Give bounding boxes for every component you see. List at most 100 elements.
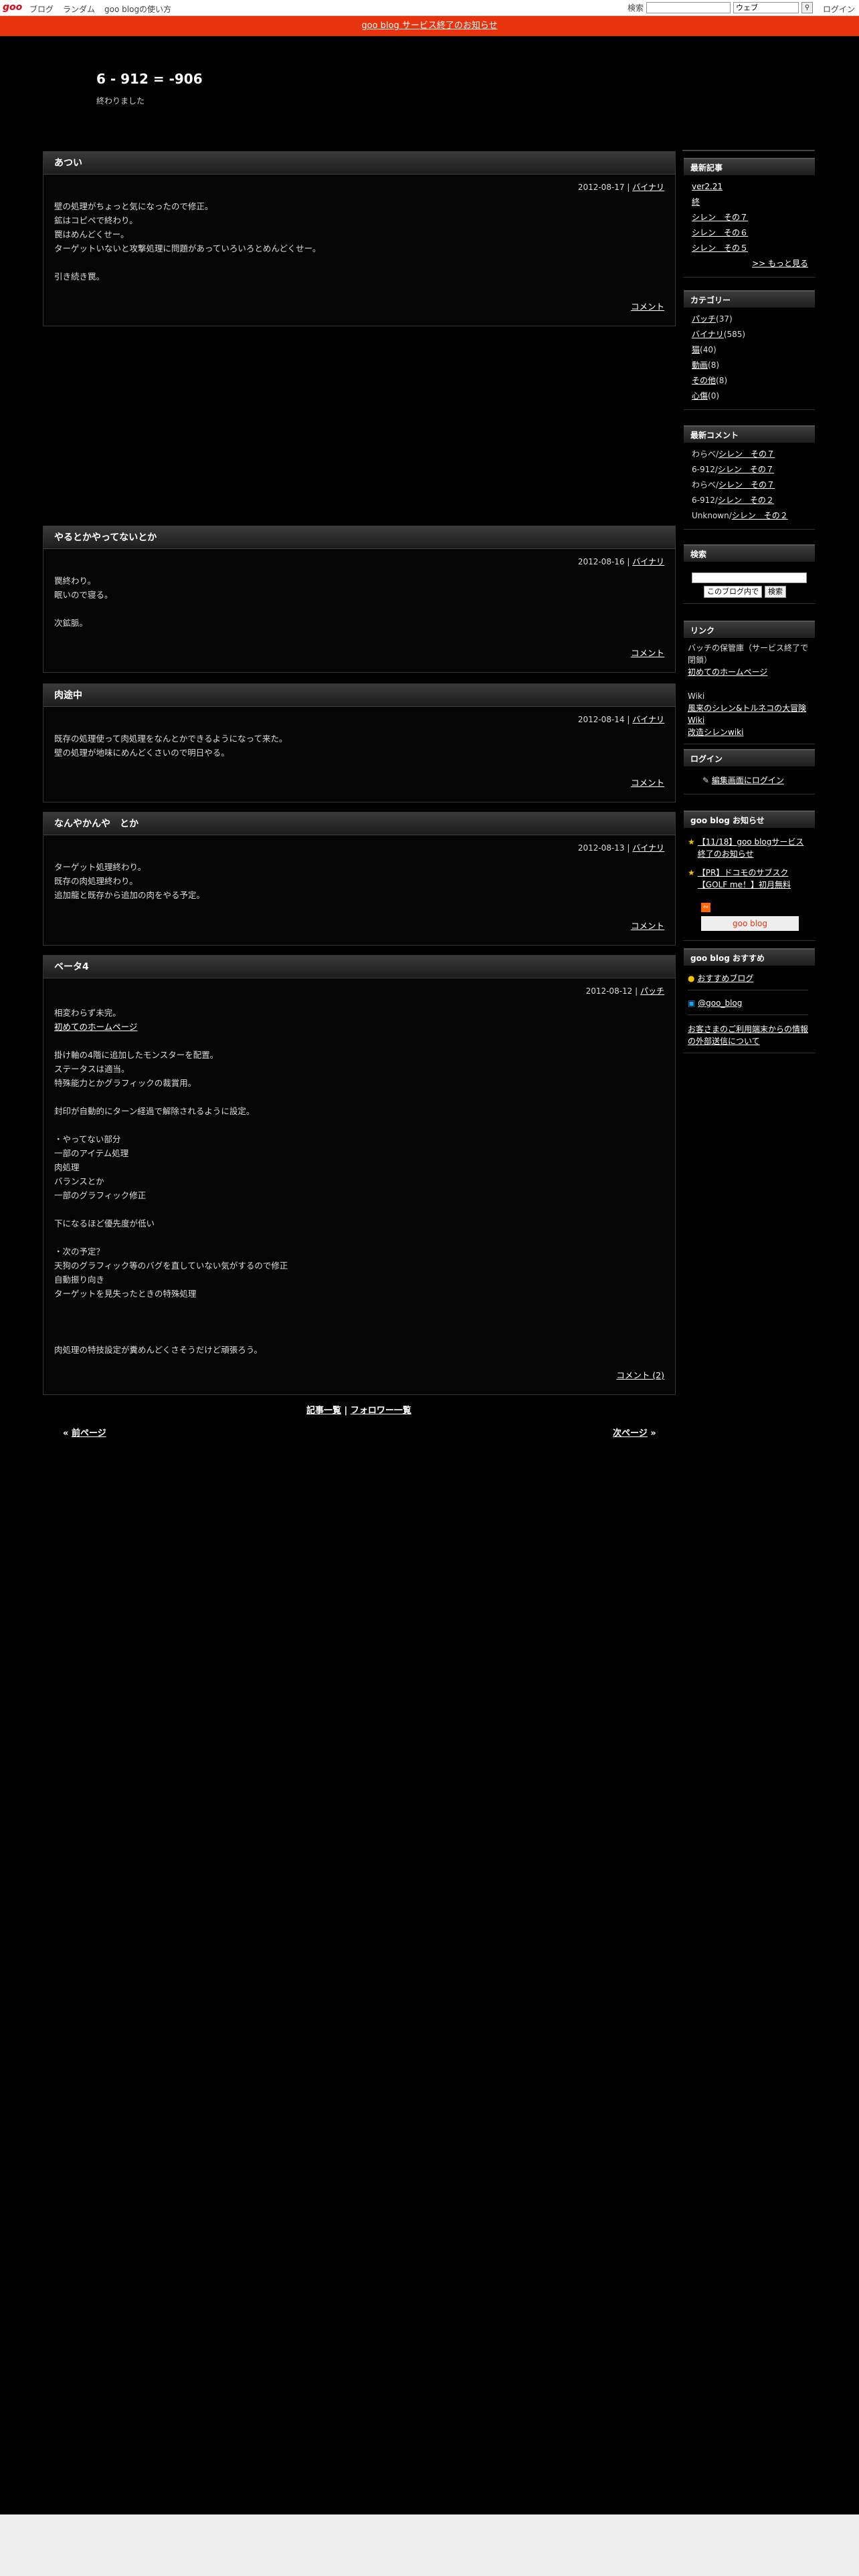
recent-item[interactable]: シレン その７ [692,213,748,222]
post-category[interactable]: バイナリ [632,183,664,192]
next-page: 次ページ » [613,1426,656,1438]
post-line: 既存の肉処理終わり。 [54,876,138,886]
sidebar-notice: goo blog お知らせ ★ 【11/18】goo blogサービス終了のお知ら… [684,811,815,941]
post-line: 引き続き罠。 [54,272,105,282]
comment-post-link[interactable]: シレン その７ [719,449,775,459]
more-link[interactable]: >> もっと見る [752,259,808,268]
post-line: ・やってない部分 [54,1134,121,1144]
notice-link[interactable]: 【11/18】goo blogサービス終了のお知らせ [698,836,808,860]
post-line: 壁の処理がちょっと気になったので修正。 [54,201,213,211]
comment-post-link[interactable]: シレン その７ [718,465,774,474]
recommend-link[interactable]: お客さまのご利用端末からの情報の外部送信について [688,1025,808,1046]
recent-item[interactable]: シレン その５ [692,243,748,253]
post-date: 2012-08-13 [577,843,625,853]
post-category[interactable]: バイナリ [632,843,664,853]
comment-post-link[interactable]: シレン その７ [719,480,775,490]
recent-item[interactable]: ver2.21 [692,182,723,191]
nav-random[interactable]: ランダム [63,3,95,15]
sidebar-categories: カテゴリー パッチ(37) バイナリ(585) 猫(40) 動画(8) その他(… [684,290,815,410]
post-title[interactable]: やるとかやってないとか [43,526,675,549]
post: 肉途中 2012-08-14 | バイナリ 既存の処理使って肉処理をなんとかでき… [43,683,676,802]
link-item[interactable]: 風来のシレン&トルネコの大冒険 Wiki [688,704,806,725]
blog-search: このブログ内で 検索 [684,562,815,604]
star-icon: ★ [688,837,695,847]
category-link[interactable]: 猫 [692,345,700,354]
topbar-search: 検索 ウェブ ⚲ [628,2,814,13]
comment-link[interactable]: コメント [631,646,664,659]
comment-list: わらべ/シレン その７ 6-912/シレン その７ わらべ/シレン その７ 6-… [684,443,815,530]
rss-icon[interactable]: ∾ [701,903,710,912]
post-title[interactable]: あつい [43,152,675,175]
post-title[interactable]: 肉途中 [43,684,675,707]
recommend-link[interactable]: おすすめブログ [697,974,753,983]
links-separator: | [344,1406,348,1416]
goo-blog-badge[interactable]: goo blog [701,916,799,931]
post-category[interactable]: パッチ [640,986,664,996]
service-end-link[interactable]: goo blog サービス終了のお知らせ [361,21,497,31]
post: ベータ4 2012-08-12 | パッチ 相変わらず未完。 初めてのホームペー… [43,955,676,1395]
post-line: 特殊能力とかグラフィックの裁賞用。 [54,1078,197,1088]
search-scope-select[interactable]: ウェブ [733,2,799,13]
follower-list-link[interactable]: フォロワー一覧 [351,1406,411,1416]
category-link[interactable]: 心傷 [692,391,708,401]
category-link[interactable]: パッチ [692,314,716,324]
prev-page-link[interactable]: 前ページ [72,1428,106,1438]
post-category[interactable]: バイナリ [632,715,664,724]
recent-item[interactable]: 終 [692,197,700,207]
goo-topbar: goo ブログ ランダム goo blogの使い方 検索 ウェブ ⚲ ログイン [0,0,859,16]
post-line: 鉱はコピペで終わり。 [54,215,138,225]
nav-blog[interactable]: ブログ [29,3,54,15]
comment-post-link[interactable]: シレン その２ [732,511,788,520]
post-line [54,255,664,270]
post-line [54,1329,664,1343]
post-link[interactable]: 初めてのホームページ [54,1022,137,1032]
post-title[interactable]: なんやかんや とか [43,813,675,835]
recent-item[interactable]: シレン その６ [692,228,748,237]
post-title[interactable]: ベータ4 [43,956,675,978]
post-category[interactable]: バイナリ [632,557,664,566]
bulb-icon: ● [688,974,695,983]
notice-link[interactable]: 【PR】ドコモのサブスク【GOLF me！】初月無料 [698,867,808,891]
link-item[interactable]: 初めてのホームページ [688,667,767,677]
post-line [54,1301,664,1315]
comment-author: 6-912/ [692,496,718,505]
article-list-links: 記事一覧 | フォロワー一覧 [306,1403,411,1416]
sidebar-recent: 最新記事 ver2.21 終 シレン その７ シレン その６ シレン その５ >… [684,158,815,278]
post-meta: 2012-08-13 | バイナリ [577,843,664,853]
next-page-link[interactable]: 次ページ [613,1428,648,1438]
sidebar-search: 検索 このブログ内で 検索 [684,544,815,604]
comment-link[interactable]: コメント [631,919,664,932]
blog-search-input[interactable] [692,572,807,583]
topbar-login-link[interactable]: ログイン [823,3,855,15]
nav-howto[interactable]: goo blogの使い方 [104,3,171,15]
category-link[interactable]: 動画 [692,360,708,370]
post-line: 肉処理の特技設定が糞めんどくさそうだけど頑張ろう。 [54,1345,263,1355]
category-link[interactable]: バイナリ [692,330,724,339]
sidebar-title: 検索 [684,544,815,562]
sidebar-title: リンク [684,621,815,638]
comment-author: Unknown/ [692,511,732,520]
goo-logo[interactable]: goo [3,2,22,13]
search-icon[interactable]: ⚲ [801,2,814,13]
comment-post-link[interactable]: シレン その２ [718,496,774,505]
post-date: 2012-08-17 [577,183,625,192]
post-line [54,1315,664,1329]
article-list-link[interactable]: 記事一覧 [306,1406,341,1416]
sidebar-title: カテゴリー [684,290,815,308]
post-line: 既存の処理使って肉処理をなんとかできるようになって来た。 [54,734,288,744]
search-input[interactable] [646,2,731,13]
comment-link[interactable]: コメント [631,300,664,312]
editor-login-link[interactable]: 編集画面にログイン [712,776,784,785]
post-line: 天狗のグラフィック等のバグを直していない気がするので修正 [54,1261,288,1271]
post-line [54,1118,664,1132]
comment-link[interactable]: コメント [631,776,664,788]
category-count: (37) [716,314,733,324]
recommend-link[interactable]: @goo_blog [698,998,742,1008]
blog-title[interactable]: 6 - 912 = -906 [96,71,203,87]
blog-search-button[interactable]: 検索 [765,586,786,598]
comment-link[interactable]: コメント (2) [616,1368,664,1381]
category-link[interactable]: その他 [692,376,716,385]
post-meta: 2012-08-17 | バイナリ [577,183,664,192]
link-item[interactable]: 改造シレンwiki [688,728,743,737]
blog-search-scope[interactable]: このブログ内で [704,586,762,598]
